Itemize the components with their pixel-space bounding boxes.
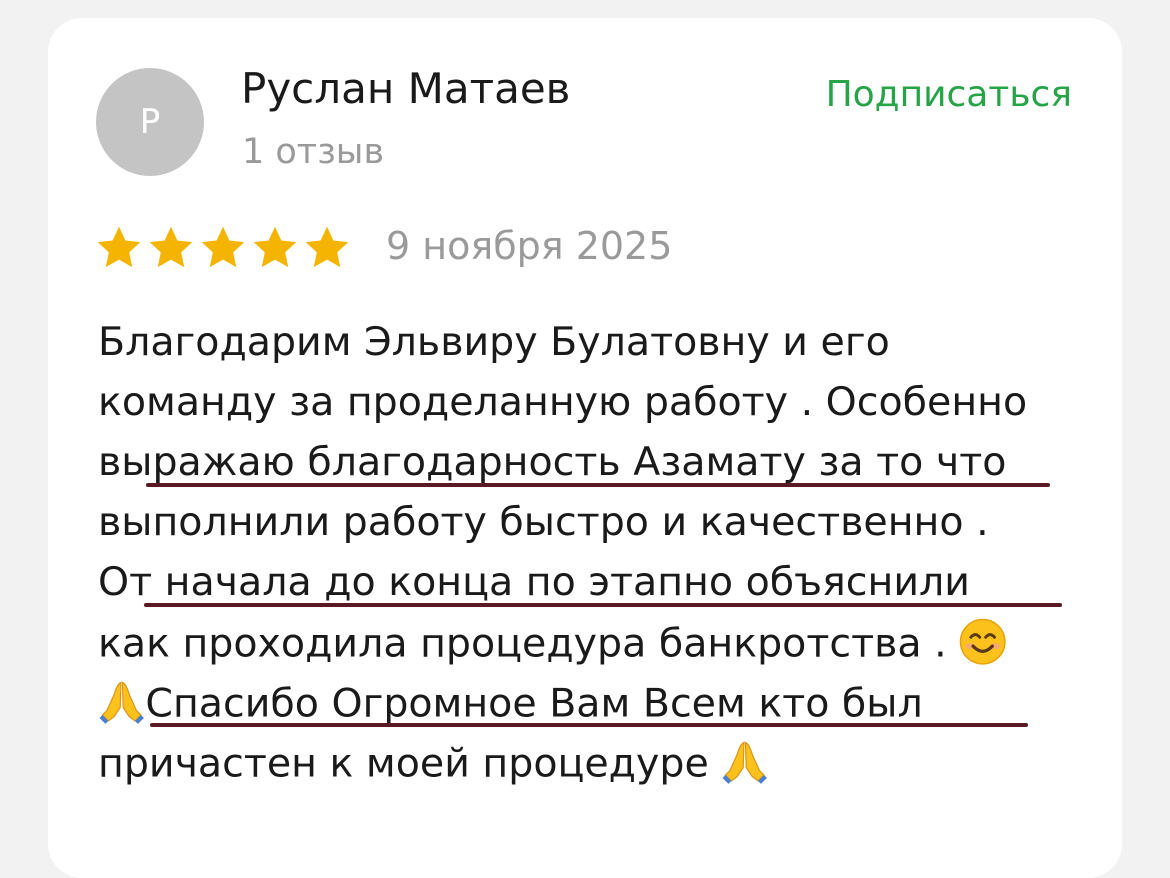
review-date: 9 ноября 2025: [386, 224, 673, 268]
review-text-line-content: выражаю благодарность Азамату за то что: [98, 439, 1007, 485]
review-count: 1 отзыв: [242, 132, 385, 172]
subscribe-button[interactable]: Подписаться: [826, 74, 1072, 115]
red-underline-annotation: [150, 723, 1028, 727]
review-text-line: Спасибо Огромное Вам Всем кто был: [98, 678, 1108, 738]
review-text-line-content: Благодарим Эльвиру Булатовну и его: [98, 319, 890, 365]
avatar[interactable]: Р: [96, 68, 204, 176]
review-text-line: как проходила процедура банкротства .: [98, 618, 1108, 678]
review-text: Благодарим Эльвиру Булатовну и его коман…: [98, 318, 1108, 798]
review-text-line-content: команду за проделанную работу . Особенно: [98, 379, 1028, 425]
review-text-line: Благодарим Эльвиру Булатовну и его: [98, 318, 1108, 378]
smiling-face-emoji-icon: [959, 618, 1006, 665]
review-text-line: выражаю благодарность Азамату за то что: [98, 438, 1108, 498]
avatar-letter: Р: [139, 102, 161, 142]
review-text-line: команду за проделанную работу . Особенно: [98, 378, 1108, 438]
star-icon: [253, 226, 297, 268]
review-text-line-content: выполнили работу быстро и качественно .: [98, 499, 989, 545]
star-icon: [201, 226, 245, 268]
review-text-line: От начала до конца по этапно объяснили: [98, 558, 1108, 618]
author-name[interactable]: Руслан Матаев: [241, 64, 570, 113]
red-underline-annotation: [144, 603, 1062, 607]
review-text-line-content: От начала до конца по этапно объяснили: [98, 559, 970, 605]
review-text-line: выполнили работу быстро и качественно .: [98, 498, 1108, 558]
review-text-line-content: Спасибо Огромное Вам Всем кто был: [145, 680, 923, 727]
folded-hands-emoji-icon: [99, 681, 144, 724]
star-rating: [94, 223, 354, 273]
folded-hands-emoji-icon: [722, 741, 768, 784]
star-icon: [305, 226, 349, 268]
red-underline-annotation: [146, 483, 1050, 487]
review-text-line-content: как проходила процедура банкротства .: [98, 620, 947, 667]
review-text-line: причастен к моей процедуре: [98, 738, 1108, 798]
review-card: Р Руслан Матаев 1 отзыв Подписаться 9 но…: [48, 18, 1122, 878]
review-text-line-content: причастен к моей процедуре: [98, 740, 722, 787]
star-icon: [149, 226, 193, 268]
star-icon: [97, 226, 141, 268]
